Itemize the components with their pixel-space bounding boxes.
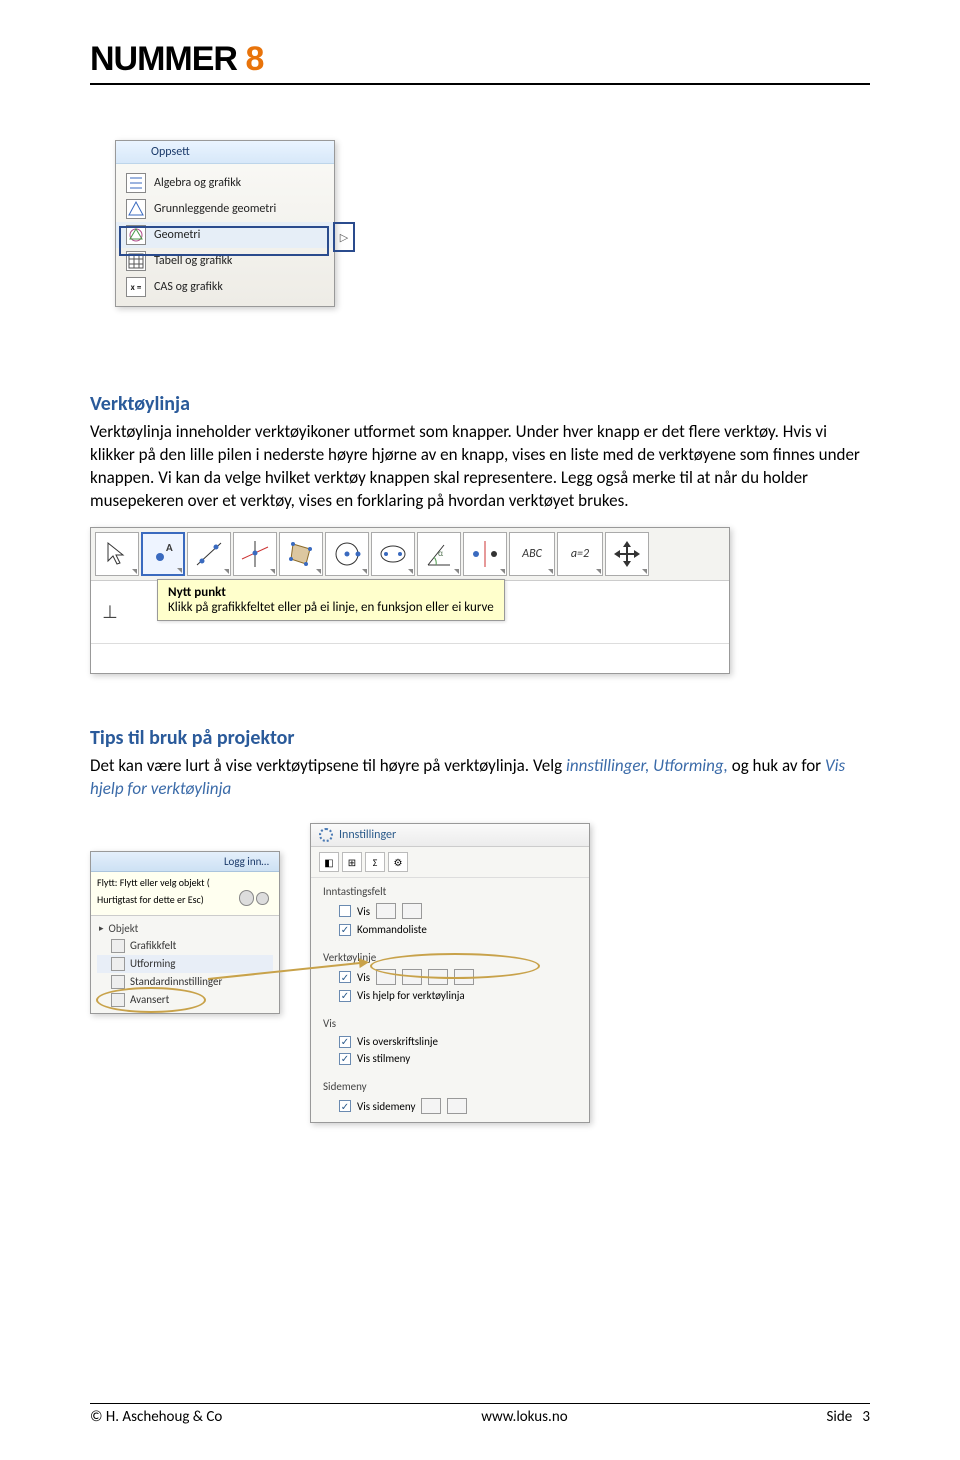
- menu-label: Grunnleggende geometri: [154, 202, 276, 216]
- checkbox-checked[interactable]: [339, 1036, 351, 1048]
- tool-circle[interactable]: [325, 532, 369, 576]
- paragraph-verktoylinja: Verktøylinja inneholder verktøyikoner ut…: [90, 421, 870, 513]
- paragraph-tips: Det kan være lurt å vise verktøytipsene …: [90, 755, 870, 801]
- tool-move[interactable]: [95, 532, 139, 576]
- footer-url: www.lokus.no: [481, 1408, 567, 1426]
- ital-utforming: Utforming,: [653, 755, 728, 776]
- axis-icon: ⊥: [97, 587, 123, 637]
- footer-page: Side 3: [827, 1408, 870, 1426]
- menu-header: Oppsett: [116, 141, 334, 164]
- tool-perpendicular[interactable]: [233, 532, 277, 576]
- tool-polygon[interactable]: [279, 532, 323, 576]
- gear-icons[interactable]: [239, 889, 269, 911]
- checkbox-checked[interactable]: [339, 924, 351, 936]
- section-inntasting: Inntastingsfelt: [323, 882, 577, 901]
- a2-label: a=2: [571, 547, 589, 561]
- position-button[interactable]: [454, 969, 474, 985]
- login-header[interactable]: Logg inn…: [91, 852, 279, 872]
- tool-slider[interactable]: a=2: [557, 532, 603, 576]
- tab-icon[interactable]: ⚙: [388, 852, 408, 872]
- checkbox-checked[interactable]: [339, 1100, 351, 1112]
- gear-icon: [319, 828, 333, 842]
- menu-label: Tabell og grafikk: [154, 254, 232, 268]
- ital-innstillinger: innstillinger,: [566, 755, 649, 776]
- tab-icon[interactable]: ◧: [319, 852, 339, 872]
- tool-move-view[interactable]: [605, 532, 649, 576]
- flytt-tooltip: Flytt: Flytt eller velg objekt ( Hurtigt…: [91, 872, 279, 916]
- checkbox-checked[interactable]: [339, 990, 351, 1002]
- logo-accent: 8: [245, 40, 263, 78]
- tooltip-title: Nytt punkt: [168, 585, 494, 600]
- tool-new-point[interactable]: A: [141, 532, 185, 576]
- screenshot-innstillinger-panel: Innstillinger ◧⊞Σ⚙ Inntastingsfelt Vis K…: [310, 823, 590, 1124]
- toolbar: A α ABC a=2: [91, 528, 729, 581]
- perspectives-menu: Oppsett Algebra og grafikk Grunnleggende…: [115, 140, 335, 307]
- highlight-selected-item: [119, 226, 329, 256]
- svg-text:A: A: [166, 541, 173, 554]
- position-button[interactable]: [428, 969, 448, 985]
- tool-reflect[interactable]: [463, 532, 507, 576]
- svg-text:α: α: [438, 548, 444, 559]
- section-sidemeny: Sidemeny: [323, 1077, 577, 1096]
- screenshot-perspectives: Oppsett Algebra og grafikk Grunnleggende…: [115, 140, 870, 360]
- screenshot-options-tree: Logg inn… Flytt: Flytt eller velg objekt…: [90, 851, 280, 1014]
- tool-line[interactable]: [187, 532, 231, 576]
- position-button[interactable]: [402, 969, 422, 985]
- tool-ellipse[interactable]: [371, 532, 415, 576]
- triangle-icon: [126, 199, 146, 219]
- list-icon: [126, 173, 146, 193]
- tree-utforming[interactable]: Utforming: [97, 955, 273, 973]
- section-vis: Vis: [323, 1014, 577, 1033]
- tab-icon[interactable]: Σ: [365, 852, 385, 872]
- options-tree: ▸Objekt Grafikkfelt Utforming Standardin…: [91, 916, 279, 1013]
- header-logo: NUMMER 8: [90, 0, 870, 85]
- tree-header: ▸Objekt: [97, 920, 273, 937]
- screenshot-toolbar: A α ABC a=2 ⊥ Nytt punkt Klikk på grafik…: [90, 527, 730, 674]
- chevron-right-icon: ▷: [340, 231, 348, 244]
- position-button[interactable]: [402, 903, 422, 919]
- menu-item-cas[interactable]: x = CAS og grafikk: [116, 274, 334, 300]
- checkbox-checked[interactable]: [339, 971, 351, 983]
- menu-item-basic-geom[interactable]: Grunnleggende geometri: [116, 196, 334, 222]
- highlight-expander: ▷: [333, 222, 355, 252]
- abc-label: ABC: [522, 547, 542, 561]
- position-button[interactable]: [421, 1098, 441, 1114]
- logo-text: NUMMER: [90, 40, 245, 78]
- cas-icon: x =: [126, 277, 146, 297]
- heading-tips: Tips til bruk på projektor: [90, 726, 870, 750]
- position-button[interactable]: [376, 903, 396, 919]
- tooltip-body: Klikk på grafikkfeltet eller på ei linje…: [168, 600, 494, 615]
- innstillinger-tabs: ◧⊞Σ⚙: [311, 847, 589, 879]
- footer-copyright: © H. Aschehoug & Co: [90, 1408, 222, 1426]
- page-footer: © H. Aschehoug & Co www.lokus.no Side 3: [90, 1403, 870, 1426]
- menu-label: Algebra og grafikk: [154, 176, 241, 190]
- innstillinger-header: Innstillinger: [311, 824, 589, 847]
- tool-text[interactable]: ABC: [509, 532, 555, 576]
- tree-avansert[interactable]: Avansert: [97, 991, 273, 1009]
- tab-icon[interactable]: ⊞: [342, 852, 362, 872]
- screenshot-settings-group: Logg inn… Flytt: Flytt eller velg objekt…: [90, 823, 870, 1083]
- heading-verktoylinja: Verktøylinja: [90, 392, 870, 416]
- position-button[interactable]: [376, 969, 396, 985]
- tree-grafikkfelt[interactable]: Grafikkfelt: [97, 937, 273, 955]
- tool-angle[interactable]: α: [417, 532, 461, 576]
- position-button[interactable]: [447, 1098, 467, 1114]
- checkbox-checked[interactable]: [339, 1053, 351, 1065]
- menu-label: CAS og grafikk: [154, 280, 223, 294]
- tooltip: Nytt punkt Klikk på grafikkfeltet eller …: [157, 579, 505, 621]
- header-rule: [90, 83, 870, 85]
- checkbox[interactable]: [339, 905, 351, 917]
- menu-item-algebra[interactable]: Algebra og grafikk: [116, 170, 334, 196]
